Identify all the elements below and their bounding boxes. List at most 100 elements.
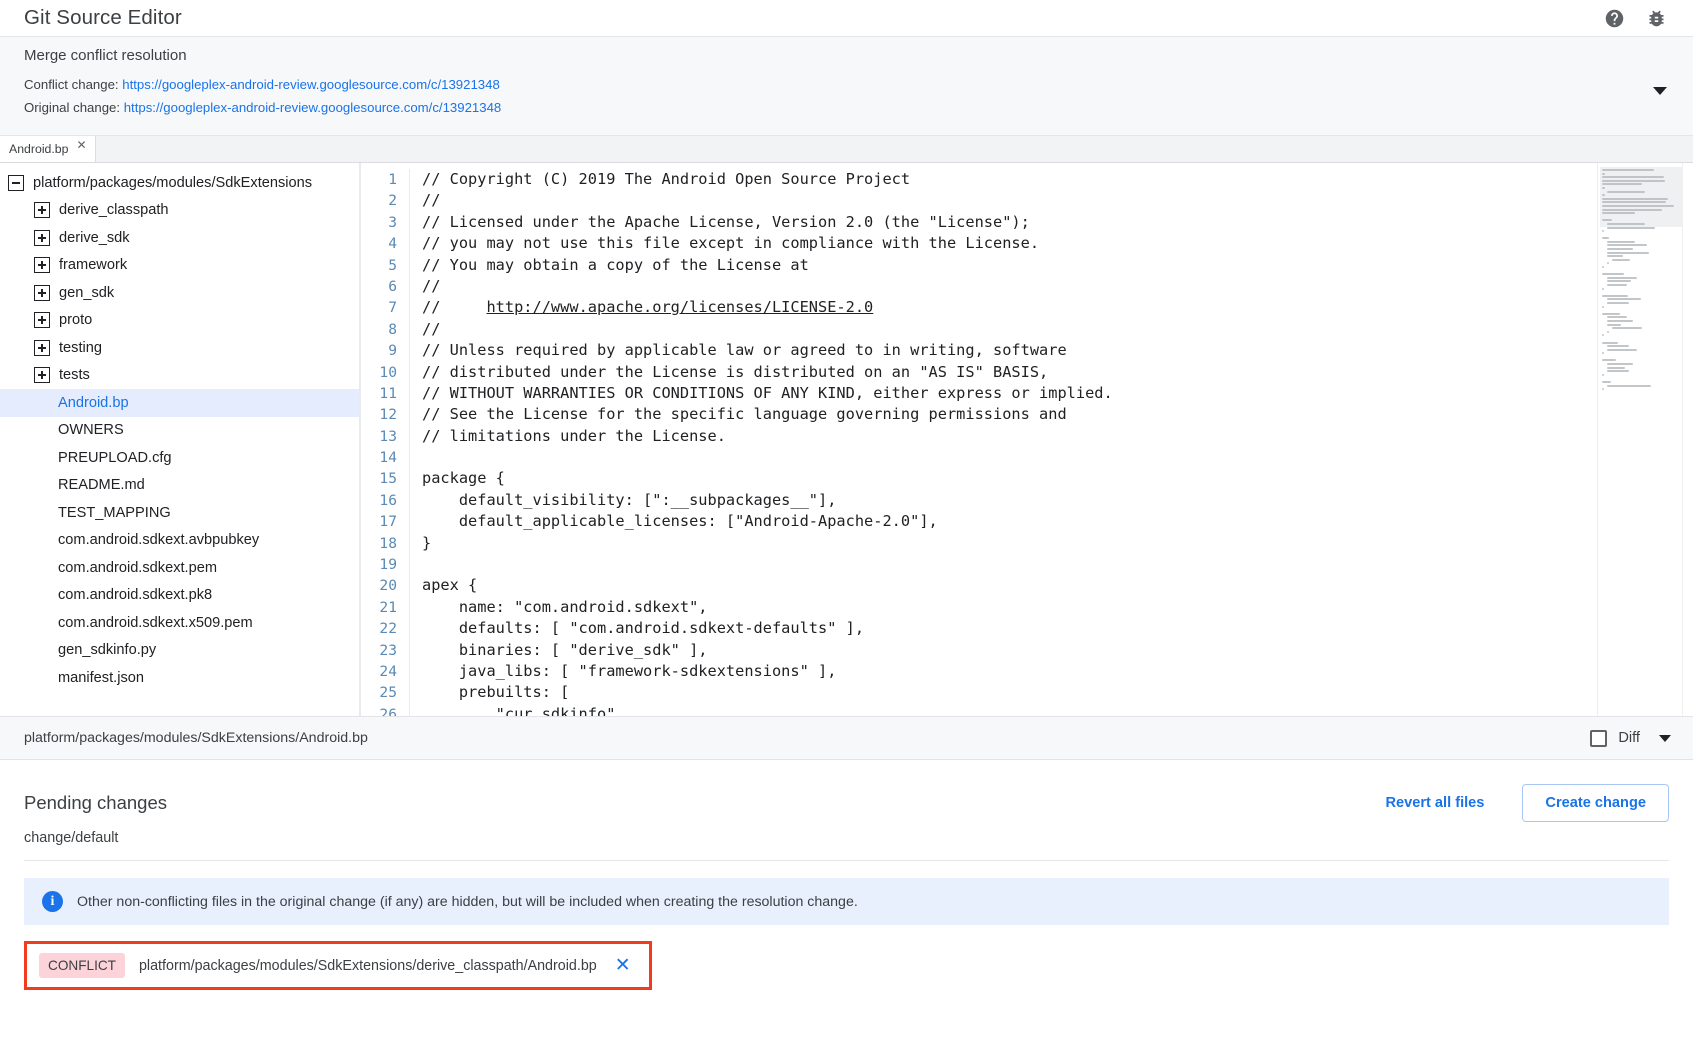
code-pane: 1234567891011121314151617181920212223242… bbox=[360, 163, 1693, 716]
original-change-row: Original change: https://googleplex-andr… bbox=[24, 98, 1669, 118]
code-line bbox=[422, 554, 1597, 575]
tree-folder-framework[interactable]: framework bbox=[0, 252, 359, 280]
expand-toggle-icon[interactable] bbox=[34, 340, 50, 356]
tab-label: Android.bp bbox=[9, 142, 68, 156]
editor-area: platform/packages/modules/SdkExtensions … bbox=[0, 163, 1693, 716]
minimap-line bbox=[1607, 363, 1633, 365]
expand-toggle-icon[interactable] bbox=[34, 312, 50, 328]
code-line: // bbox=[422, 190, 1597, 211]
expand-toggle-icon[interactable] bbox=[34, 367, 50, 383]
code-line: // WITHOUT WARRANTIES OR CONDITIONS OF A… bbox=[422, 383, 1597, 404]
help-icon[interactable] bbox=[1603, 7, 1625, 29]
original-change-link[interactable]: https://googleplex-android-review.google… bbox=[124, 100, 502, 115]
chevron-down-icon[interactable] bbox=[1653, 87, 1667, 95]
editor-vertical-scrollbar[interactable] bbox=[1682, 163, 1693, 716]
conflict-file-path: platform/packages/modules/SdkExtensions/… bbox=[139, 958, 597, 974]
tree-file-label: TEST_MAPPING bbox=[58, 505, 171, 521]
expand-toggle-icon[interactable] bbox=[34, 285, 50, 301]
code-url-link[interactable]: http://www.apache.org/licenses/LICENSE-2… bbox=[486, 298, 873, 316]
code-line: name: "com.android.sdkext", bbox=[422, 597, 1597, 618]
minimap-line bbox=[1607, 191, 1645, 193]
minimap-line bbox=[1602, 209, 1662, 211]
minimap-line bbox=[1612, 327, 1642, 329]
minimap-line bbox=[1602, 352, 1604, 354]
minimap-line bbox=[1602, 212, 1635, 214]
expand-toggle-icon[interactable] bbox=[34, 257, 50, 273]
expand-toggle-icon[interactable] bbox=[34, 202, 50, 218]
close-icon[interactable]: ✕ bbox=[611, 956, 635, 975]
minimap-line bbox=[1602, 306, 1604, 308]
tree-file-manifest-json[interactable]: manifest.json bbox=[0, 664, 359, 692]
line-number: 4 bbox=[361, 233, 397, 254]
minimap-line bbox=[1607, 349, 1637, 351]
line-number: 1 bbox=[361, 169, 397, 190]
tree-file-avbpubkey[interactable]: com.android.sdkext.avbpubkey bbox=[0, 527, 359, 555]
tree-file-label: README.md bbox=[58, 477, 145, 493]
minimap-line bbox=[1602, 359, 1616, 361]
caret-down-icon[interactable] bbox=[1659, 735, 1671, 742]
code-line: package { bbox=[422, 468, 1597, 489]
tree-file-pem[interactable]: com.android.sdkext.pem bbox=[0, 554, 359, 582]
collapse-toggle-icon[interactable] bbox=[8, 175, 24, 191]
diff-checkbox[interactable] bbox=[1590, 730, 1607, 747]
code-minimap[interactable] bbox=[1597, 163, 1693, 716]
line-number: 8 bbox=[361, 319, 397, 340]
line-number: 17 bbox=[361, 511, 397, 532]
tree-file-owners[interactable]: OWNERS bbox=[0, 417, 359, 445]
minimap-line bbox=[1607, 241, 1635, 243]
editor-tabstrip: Android.bp ✕ bbox=[0, 136, 1693, 163]
tree-file-x509-pem[interactable]: com.android.sdkext.x509.pem bbox=[0, 609, 359, 637]
line-number: 19 bbox=[361, 554, 397, 575]
minimap-line bbox=[1607, 367, 1625, 369]
tree-file-pk8[interactable]: com.android.sdkext.pk8 bbox=[0, 582, 359, 610]
minimap-line bbox=[1602, 374, 1604, 376]
tree-folder-gen-sdk[interactable]: gen_sdk bbox=[0, 279, 359, 307]
revert-all-files-button[interactable]: Revert all files bbox=[1375, 786, 1494, 820]
tree-folder-testing[interactable]: testing bbox=[0, 334, 359, 362]
minimap-line bbox=[1607, 320, 1633, 322]
line-number: 13 bbox=[361, 426, 397, 447]
conflict-change-link[interactable]: https://googleplex-android-review.google… bbox=[122, 77, 500, 92]
minimap-line bbox=[1602, 169, 1654, 171]
line-number: 23 bbox=[361, 640, 397, 661]
tree-folder-proto[interactable]: proto bbox=[0, 307, 359, 335]
original-change-label: Original change: bbox=[24, 100, 120, 115]
tree-folder-derive-sdk[interactable]: derive_sdk bbox=[0, 224, 359, 252]
close-icon[interactable]: ✕ bbox=[76, 139, 86, 151]
line-number: 22 bbox=[361, 618, 397, 639]
code-content[interactable]: // Copyright (C) 2019 The Android Open S… bbox=[409, 169, 1597, 716]
git-source-editor-app: Git Source Editor Merge conflict resolut… bbox=[0, 0, 1693, 1040]
conflict-file-row[interactable]: CONFLICT platform/packages/modules/SdkEx… bbox=[24, 941, 652, 990]
tree-folder-tests[interactable]: tests bbox=[0, 362, 359, 390]
tree-file-preupload-cfg[interactable]: PREUPLOAD.cfg bbox=[0, 444, 359, 472]
tab-android-bp[interactable]: Android.bp ✕ bbox=[0, 135, 96, 162]
minimap-line bbox=[1602, 219, 1612, 221]
tree-file-readme-md[interactable]: README.md bbox=[0, 472, 359, 500]
tree-file-android-bp[interactable]: Android.bp bbox=[0, 389, 359, 417]
tree-root-row[interactable]: platform/packages/modules/SdkExtensions bbox=[0, 169, 359, 197]
pending-changes-section: Pending changes Revert all files Create … bbox=[0, 760, 1693, 1040]
tree-file-label: Android.bp bbox=[58, 395, 129, 411]
info-icon: i bbox=[42, 891, 63, 912]
line-number: 3 bbox=[361, 212, 397, 233]
pending-changes-title: Pending changes bbox=[24, 792, 167, 814]
tree-file-label: com.android.sdkext.pk8 bbox=[58, 587, 212, 603]
code-line: // Copyright (C) 2019 The Android Open S… bbox=[422, 169, 1597, 190]
line-number: 5 bbox=[361, 255, 397, 276]
tree-file-gen-sdkinfo-py[interactable]: gen_sdkinfo.py bbox=[0, 637, 359, 665]
tree-folder-derive-classpath[interactable]: derive_classpath bbox=[0, 197, 359, 225]
minimap-line bbox=[1607, 331, 1609, 333]
code-scroll[interactable]: 1234567891011121314151617181920212223242… bbox=[361, 163, 1597, 716]
minimap-line bbox=[1602, 230, 1604, 232]
line-number: 6 bbox=[361, 276, 397, 297]
create-change-button[interactable]: Create change bbox=[1522, 784, 1669, 822]
tree-file-test-mapping[interactable]: TEST_MAPPING bbox=[0, 499, 359, 527]
code-line: // distributed under the License is dist… bbox=[422, 362, 1597, 383]
code-line: // you may not use this file except in c… bbox=[422, 233, 1597, 254]
minimap-line bbox=[1607, 302, 1629, 304]
minimap-line bbox=[1602, 273, 1624, 275]
bug-icon[interactable] bbox=[1645, 7, 1667, 29]
expand-toggle-icon[interactable] bbox=[34, 230, 50, 246]
minimap-line bbox=[1607, 385, 1651, 387]
line-number: 2 bbox=[361, 190, 397, 211]
